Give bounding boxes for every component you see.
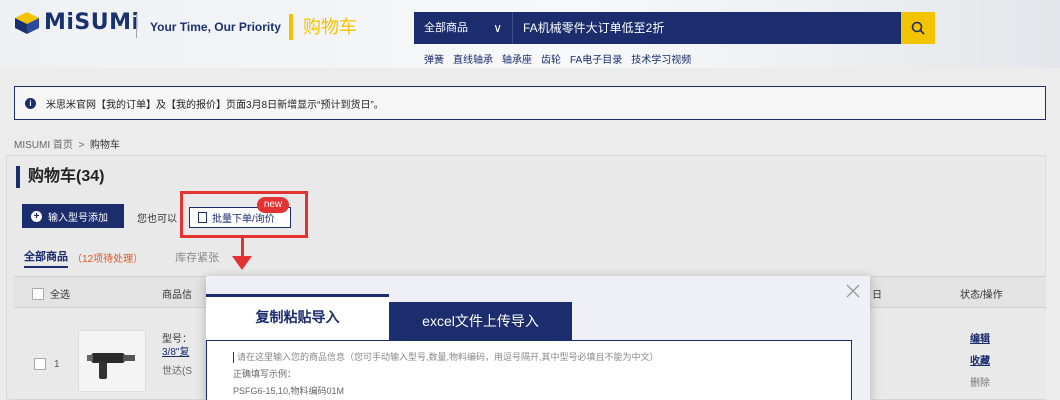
text-caret bbox=[233, 352, 234, 364]
bulk-import-modal: 复制粘贴导入 excel文件上传导入 请在这里输入您的商品信息（您可手动输入型号… bbox=[206, 276, 870, 400]
annotation-arrow-shaft bbox=[241, 238, 244, 258]
hot-link[interactable]: 弹簧 bbox=[424, 51, 444, 66]
breadcrumb-current: 购物车 bbox=[89, 140, 120, 151]
new-badge: new bbox=[257, 197, 289, 213]
hot-link[interactable]: 技术学习视频 bbox=[631, 51, 691, 66]
col-product-info: 商品信 bbox=[162, 290, 192, 301]
row-select[interactable]: 1 bbox=[34, 358, 60, 370]
info-icon: i bbox=[25, 97, 36, 109]
tagline: Your Time, Our Priority bbox=[150, 20, 281, 34]
row-checkbox[interactable] bbox=[34, 358, 46, 370]
example-label: 正确填写示例： bbox=[233, 369, 297, 379]
select-all-label: 全选 bbox=[50, 290, 70, 301]
search-category-select[interactable]: 全部商品 ∨ bbox=[414, 12, 512, 44]
site-header: MiSUMi Your Time, Our Priority 购物车 全部商品 … bbox=[0, 0, 1060, 68]
header-cart-title: 购物车 bbox=[289, 14, 357, 40]
pending-count: （12项待处理） bbox=[72, 254, 144, 265]
tab-all-products[interactable]: 全部商品 bbox=[24, 248, 68, 268]
hot-link[interactable]: 直线轴承 bbox=[453, 51, 493, 66]
search-icon bbox=[911, 21, 925, 35]
example-line: PSFG6-15,10,物料编码01M bbox=[233, 386, 345, 396]
search-category-label: 全部商品 bbox=[424, 22, 468, 34]
select-all[interactable]: 全选 bbox=[32, 286, 70, 301]
search-bar: 全部商品 ∨ FA机械零件大订单低至2折 bbox=[414, 12, 935, 44]
col-status: 状态/操作 bbox=[960, 290, 1003, 301]
document-edit-icon bbox=[198, 212, 207, 223]
breadcrumb: MISUMI 首页 > 购物车 bbox=[14, 136, 120, 151]
add-by-part-number-button[interactable]: + 输入型号添加 bbox=[22, 204, 124, 228]
cart-tabs: 全部商品 （12项待处理） 库存紧张 bbox=[24, 248, 219, 268]
hot-link[interactable]: 轴承座 bbox=[502, 51, 532, 66]
row-product-link[interactable]: 3/8"复 bbox=[162, 343, 189, 358]
search-button[interactable] bbox=[901, 12, 935, 44]
logo-cube-icon bbox=[15, 11, 39, 34]
tab-excel-import[interactable]: excel文件上传导入 bbox=[389, 302, 572, 340]
header-divider bbox=[136, 14, 137, 38]
chevron-down-icon: ∨ bbox=[493, 21, 502, 35]
textarea-placeholder: 请在这里输入您的商品信息（您可手动输入型号,数量,物料编码，用逗号隔开,其中型号… bbox=[237, 352, 659, 362]
logo-text: MiSUMi bbox=[44, 10, 140, 35]
notice-text: 米思米官网【我的订单】及【我的报价】页面3月8日新增显示“预计到货日”。 bbox=[46, 99, 384, 111]
tab-low-stock[interactable]: 库存紧张 bbox=[175, 249, 219, 268]
favorite-link[interactable]: 收藏 bbox=[970, 352, 990, 367]
select-all-checkbox[interactable] bbox=[32, 287, 44, 300]
breadcrumb-home[interactable]: MISUMI 首页 bbox=[14, 140, 73, 151]
plus-icon: + bbox=[31, 210, 42, 222]
search-input[interactable]: FA机械零件大订单低至2折 bbox=[512, 12, 901, 44]
tool-image bbox=[87, 353, 135, 379]
close-icon[interactable] bbox=[846, 284, 860, 298]
row-index: 1 bbox=[54, 358, 60, 370]
hot-links: 弹簧 直线轴承 轴承座 齿轮 FA电子目录 技术学习视频 bbox=[424, 51, 691, 66]
also-text: 您也可以 bbox=[137, 214, 177, 225]
product-thumbnail[interactable] bbox=[78, 330, 146, 392]
row-brand: 世达(S bbox=[162, 366, 192, 377]
tab-paste-import[interactable]: 复制粘贴导入 bbox=[206, 294, 389, 340]
notice-banner: i 米思米官网【我的订单】及【我的报价】页面3月8日新增显示“预计到货日”。 bbox=[14, 86, 1046, 120]
edit-link[interactable]: 编辑 bbox=[970, 330, 990, 345]
col-date: 日 bbox=[872, 290, 882, 301]
misumi-logo[interactable]: MiSUMi bbox=[14, 10, 140, 35]
delete-link[interactable]: 删除 bbox=[970, 374, 990, 389]
hot-link[interactable]: FA电子目录 bbox=[570, 51, 622, 66]
add-button-label: 输入型号添加 bbox=[48, 212, 108, 224]
paste-textarea[interactable]: 请在这里输入您的商品信息（您可手动输入型号,数量,物料编码，用逗号隔开,其中型号… bbox=[206, 340, 852, 400]
hot-link[interactable]: 齿轮 bbox=[541, 51, 561, 66]
annotation-arrow-down-icon bbox=[232, 256, 252, 270]
page-title: 购物车(34) bbox=[16, 166, 104, 188]
breadcrumb-separator: > bbox=[78, 140, 85, 151]
